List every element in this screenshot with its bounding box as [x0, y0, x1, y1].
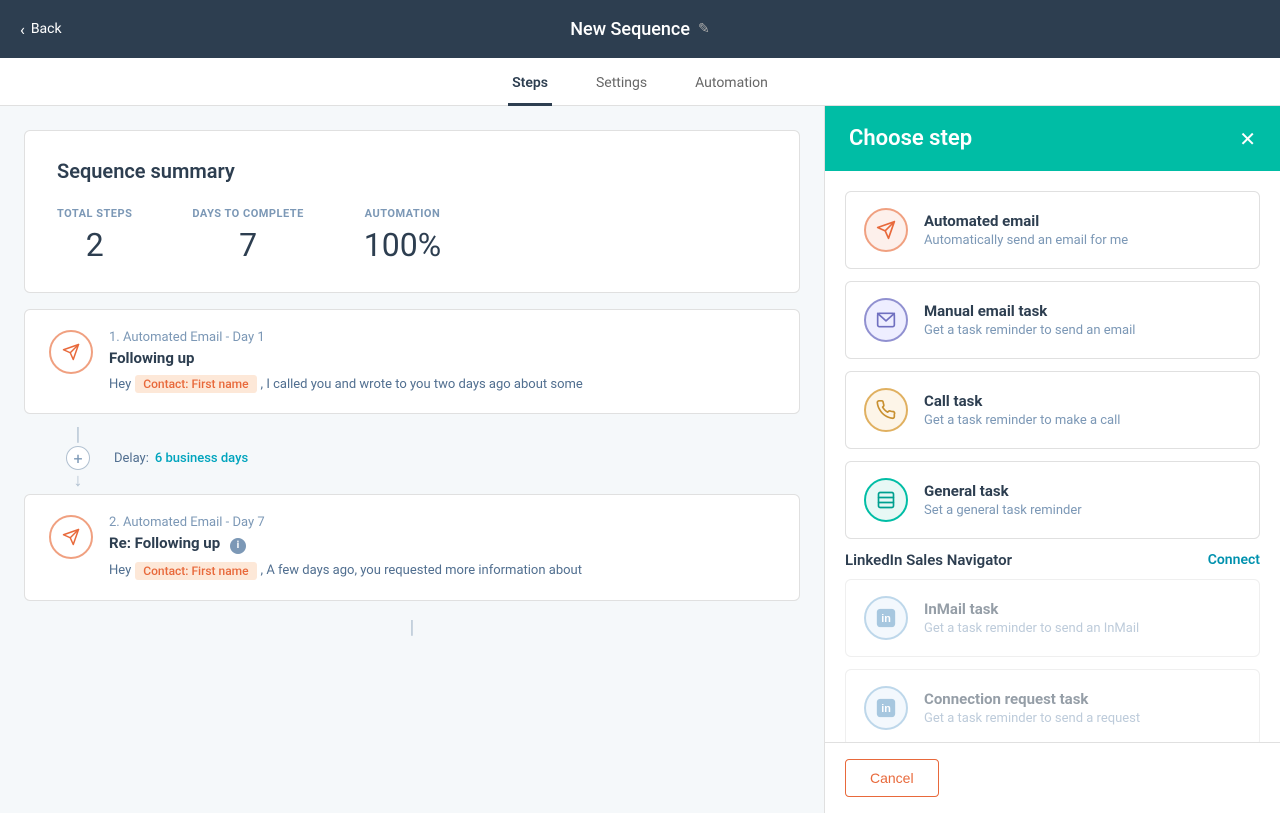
call-task-text: Call task Get a task reminder to make a … — [924, 392, 1241, 428]
option-inmail-task: in InMail task Get a task reminder to se… — [845, 579, 1260, 657]
manual-email-title: Manual email task — [924, 302, 1241, 320]
linkedin-title: LinkedIn Sales Navigator — [845, 551, 1012, 569]
step-1-header: 1. Automated Email - Day 1 Following up … — [49, 330, 775, 393]
panel-title: Choose step — [849, 126, 972, 151]
step-card-2: 2. Automated Email - Day 7 Re: Following… — [24, 494, 800, 601]
svg-text:in: in — [881, 703, 891, 715]
delay-value[interactable]: 6 business days — [155, 451, 248, 466]
option-automated-email[interactable]: Automated email Automatically send an em… — [845, 191, 1260, 269]
option-connection-request: in Connection request task Get a task re… — [845, 669, 1260, 742]
back-label: Back — [31, 21, 62, 37]
step-2-header: 2. Automated Email - Day 7 Re: Following… — [49, 515, 775, 580]
info-icon: i — [230, 538, 246, 554]
general-task-desc: Set a general task reminder — [924, 503, 1241, 518]
edit-icon[interactable]: ✎ — [698, 21, 710, 37]
step-1-contact-tag: Contact: First name — [135, 375, 256, 393]
step-2-preview-before: Hey — [109, 563, 131, 578]
step-1-name: Following up — [109, 349, 775, 367]
right-panel: Choose step ✕ Automated email Automatica… — [824, 106, 1280, 813]
automated-email-desc: Automatically send an email for me — [924, 233, 1241, 248]
top-nav: ‹ Back New Sequence ✎ — [0, 0, 1280, 58]
tabs-bar: Steps Settings Automation — [0, 58, 1280, 106]
delay-line-top: | — [76, 426, 80, 444]
option-manual-email[interactable]: Manual email task Get a task reminder to… — [845, 281, 1260, 359]
connection-request-icon: in — [864, 686, 908, 730]
close-panel-button[interactable]: ✕ — [1239, 129, 1256, 149]
linkedin-connect-button[interactable]: Connect — [1208, 552, 1260, 568]
inmail-title: InMail task — [924, 600, 1241, 618]
step-2-preview-after: , A few days ago, you requested more inf… — [261, 563, 582, 578]
option-general-task[interactable]: General task Set a general task reminder — [845, 461, 1260, 539]
stat-total-steps-value: 2 — [86, 226, 104, 264]
stat-total-steps-label: Total Steps — [57, 207, 132, 220]
stat-days-value: 7 — [239, 226, 257, 264]
tab-automation[interactable]: Automation — [691, 63, 772, 106]
summary-card: Sequence summary Total Steps 2 Days to C… — [24, 130, 800, 293]
step-2-name: Re: Following up i — [109, 534, 775, 554]
manual-email-text: Manual email task Get a task reminder to… — [924, 302, 1241, 338]
inmail-desc: Get a task reminder to send an InMail — [924, 621, 1241, 636]
step-2-icon — [49, 515, 93, 559]
delay-line-bottom: ↓ — [74, 472, 83, 490]
panel-header: Choose step ✕ — [825, 106, 1280, 171]
stat-automation-value: 100% — [364, 226, 441, 264]
call-task-title: Call task — [924, 392, 1241, 410]
tab-settings[interactable]: Settings — [592, 63, 651, 106]
bottom-line: | — [410, 617, 414, 638]
manual-email-icon — [864, 298, 908, 342]
linkedin-section: LinkedIn Sales Navigator Connect in InMa… — [845, 551, 1260, 742]
call-task-desc: Get a task reminder to make a call — [924, 413, 1241, 428]
step-card-1: 1. Automated Email - Day 1 Following up … — [24, 309, 800, 414]
general-task-text: General task Set a general task reminder — [924, 482, 1241, 518]
panel-footer: Cancel — [825, 742, 1280, 813]
option-call-task[interactable]: Call task Get a task reminder to make a … — [845, 371, 1260, 449]
step-2-label: 2. Automated Email - Day 7 — [109, 515, 775, 530]
step-1-label: 1. Automated Email - Day 1 — [109, 330, 775, 345]
general-task-title: General task — [924, 482, 1241, 500]
step-1-content: 1. Automated Email - Day 1 Following up … — [109, 330, 775, 393]
delay-label: Delay: — [114, 451, 149, 466]
summary-title: Sequence summary — [57, 159, 767, 183]
panel-body: Automated email Automatically send an em… — [825, 171, 1280, 742]
nav-title: New Sequence ✎ — [570, 19, 709, 40]
summary-stats: Total Steps 2 Days to Complete 7 Automat… — [57, 207, 767, 264]
stat-days-complete: Days to Complete 7 — [192, 207, 303, 264]
stat-days-label: Days to Complete — [192, 207, 303, 220]
inmail-icon: in — [864, 596, 908, 640]
connection-request-desc: Get a task reminder to send a request — [924, 711, 1241, 726]
automated-email-title: Automated email — [924, 212, 1241, 230]
cancel-button[interactable]: Cancel — [845, 759, 939, 797]
stat-automation-label: Automation — [365, 207, 441, 220]
stat-total-steps: Total Steps 2 — [57, 207, 132, 264]
back-arrow-icon: ‹ — [20, 20, 25, 39]
tab-steps[interactable]: Steps — [508, 63, 552, 106]
main-layout: Sequence summary Total Steps 2 Days to C… — [0, 106, 1280, 813]
step-1-preview: Hey Contact: First name , I called you a… — [109, 375, 775, 393]
add-step-button[interactable]: + — [66, 446, 90, 470]
automated-email-text: Automated email Automatically send an em… — [924, 212, 1241, 248]
connection-request-text: Connection request task Get a task remin… — [924, 690, 1241, 726]
sequence-title: New Sequence — [570, 19, 690, 40]
back-button[interactable]: ‹ Back — [20, 20, 62, 39]
connection-request-title: Connection request task — [924, 690, 1241, 708]
stat-automation: Automation 100% — [364, 207, 441, 264]
call-task-icon — [864, 388, 908, 432]
step-2-content: 2. Automated Email - Day 7 Re: Following… — [109, 515, 775, 580]
step-2-preview: Hey Contact: First name , A few days ago… — [109, 562, 775, 580]
inmail-text: InMail task Get a task reminder to send … — [924, 600, 1241, 636]
left-content: Sequence summary Total Steps 2 Days to C… — [0, 106, 824, 813]
step-2-contact-tag: Contact: First name — [135, 562, 256, 580]
step-1-preview-before: Hey — [109, 377, 131, 392]
automated-email-icon — [864, 208, 908, 252]
svg-text:in: in — [881, 613, 891, 625]
step-1-preview-after: , I called you and wrote to you two days… — [261, 377, 583, 392]
linkedin-header: LinkedIn Sales Navigator Connect — [845, 551, 1260, 569]
step-1-icon — [49, 330, 93, 374]
manual-email-desc: Get a task reminder to send an email — [924, 323, 1241, 338]
general-task-icon — [864, 478, 908, 522]
